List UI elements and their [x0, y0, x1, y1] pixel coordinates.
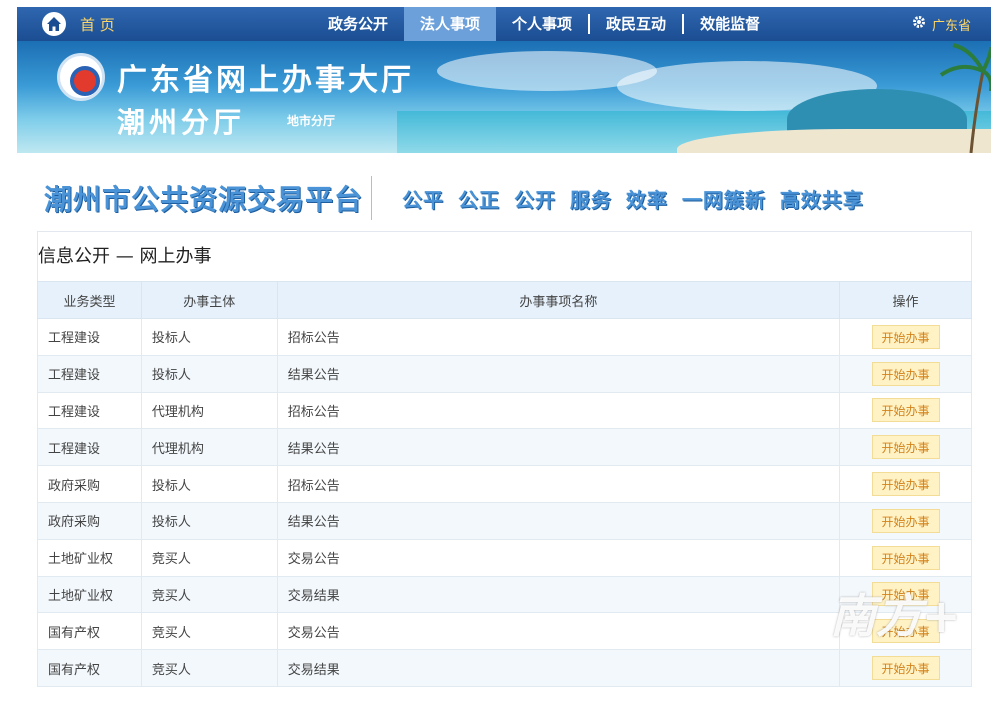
- column-header-item: 办事事项名称: [276, 281, 841, 319]
- table-row: 工程建设 代理机构 招标公告 开始办事: [37, 391, 972, 430]
- table-row: 工程建设 代理机构 结果公告 开始办事: [37, 428, 972, 467]
- table-row: 政府采购 投标人 招标公告 开始办事: [37, 465, 972, 503]
- cell-type: 工程建设: [37, 318, 142, 356]
- home-link[interactable]: 首 页: [42, 12, 115, 36]
- cell-item: 结果公告: [276, 428, 841, 467]
- cell-action: 开始办事: [839, 391, 972, 430]
- region-label: 广东省: [931, 18, 971, 34]
- cell-subject: 竞买人: [140, 575, 278, 614]
- table-row: 工程建设 投标人 结果公告 开始办事: [37, 354, 972, 393]
- cell-subject: 投标人: [140, 354, 278, 393]
- cell-item: 交易结果: [276, 575, 841, 614]
- platform-slogan: 公平 公正 公开 服务 效率 一网簇新 高效共享: [402, 187, 864, 212]
- cell-item: 交易结果: [276, 649, 841, 687]
- column-header-action: 操作: [839, 281, 972, 319]
- column-header-type: 业务类型: [37, 281, 142, 319]
- cell-type: 工程建设: [37, 391, 142, 430]
- column-header-subject: 办事主体: [140, 281, 278, 319]
- start-button[interactable]: 开始办事: [871, 508, 940, 533]
- cell-type: 国有产权: [37, 649, 142, 687]
- cell-type: 政府采购: [37, 465, 142, 503]
- platform-name: 潮州市公共资源交易平台: [44, 183, 364, 216]
- cell-subject: 代理机构: [140, 391, 278, 430]
- cell-subject: 代理机构: [140, 428, 278, 467]
- nav-item-interaction[interactable]: 政民互动: [590, 7, 682, 41]
- cell-subject: 投标人: [140, 501, 278, 540]
- cell-action: 开始办事: [839, 649, 972, 687]
- platform-divider: [371, 176, 373, 220]
- home-icon: [42, 12, 66, 36]
- palm-tree-image: [939, 43, 991, 153]
- start-button[interactable]: 开始办事: [871, 472, 940, 497]
- cell-action: 开始办事: [839, 354, 972, 393]
- cell-type: 国有产权: [37, 612, 142, 651]
- start-button[interactable]: 开始办事: [871, 435, 940, 460]
- cell-item: 招标公告: [276, 391, 841, 430]
- platform-heading: 潮州市公共资源交易平台 公平 公正 公开 服务 效率 一网簇新 高效共享: [44, 176, 864, 220]
- hall-logo: [57, 53, 105, 101]
- table-row: 政府采购 投标人 结果公告 开始办事: [37, 501, 972, 540]
- cell-type: 土地矿业权: [37, 575, 142, 614]
- table-header-row: 业务类型 办事主体 办事事项名称 操作: [37, 281, 972, 319]
- start-button[interactable]: 开始办事: [871, 545, 940, 570]
- cell-subject: 竞买人: [140, 649, 278, 687]
- home-label: 首 页: [80, 15, 115, 34]
- nav-item-personal[interactable]: 个人事项: [496, 7, 588, 41]
- watermark: 南方+: [830, 589, 961, 643]
- banner-sub-tag: 地市分厅: [287, 114, 336, 128]
- banner-subtitle: 潮州分厅: [117, 106, 246, 139]
- cell-item: 结果公告: [276, 501, 841, 540]
- nav-item-legal-person[interactable]: 法人事项: [404, 7, 497, 41]
- start-button[interactable]: 开始办事: [871, 324, 940, 349]
- region-selector[interactable]: 广东省: [912, 7, 971, 41]
- cell-item: 结果公告: [276, 354, 841, 393]
- header-banner: 广东省网上办事大厅 潮州分厅 地市分厅: [17, 41, 991, 153]
- table-row: 工程建设 投标人 招标公告 开始办事: [37, 318, 972, 356]
- start-button[interactable]: 开始办事: [871, 361, 940, 386]
- top-nav: 首 页 政务公开 法人事项 个人事项 政民互动 效能监督 广东省: [17, 7, 991, 41]
- cell-subject: 竞买人: [140, 538, 278, 577]
- table-row: 土地矿业权 竞买人 交易公告 开始办事: [37, 538, 972, 577]
- nav-item-gov-affairs[interactable]: 政务公开: [312, 7, 404, 41]
- cell-subject: 竞买人: [140, 612, 278, 651]
- panel-title: 信息公开 — 网上办事: [38, 246, 212, 267]
- banner-title: 广东省网上办事大厅: [117, 63, 414, 98]
- cell-action: 开始办事: [839, 501, 972, 540]
- cell-type: 政府采购: [37, 501, 142, 540]
- cell-subject: 投标人: [140, 318, 278, 356]
- cell-type: 工程建设: [37, 354, 142, 393]
- main-menu: 政务公开 法人事项 个人事项 政民互动 效能监督: [312, 7, 776, 41]
- cell-subject: 投标人: [140, 465, 278, 503]
- cell-action: 开始办事: [839, 538, 972, 577]
- start-button[interactable]: 开始办事: [871, 398, 940, 423]
- cell-item: 交易公告: [276, 612, 841, 651]
- cell-action: 开始办事: [839, 465, 972, 503]
- cell-item: 招标公告: [276, 465, 841, 503]
- cell-type: 工程建设: [37, 428, 142, 467]
- cell-action: 开始办事: [839, 318, 972, 356]
- nav-item-supervision[interactable]: 效能监督: [684, 7, 776, 41]
- table-row: 国有产权 竞买人 交易结果 开始办事: [37, 649, 972, 687]
- cell-action: 开始办事: [839, 428, 972, 467]
- start-button[interactable]: 开始办事: [871, 656, 940, 681]
- cell-type: 土地矿业权: [37, 538, 142, 577]
- cell-item: 招标公告: [276, 318, 841, 356]
- gear-icon: [912, 15, 926, 33]
- cell-item: 交易公告: [276, 538, 841, 577]
